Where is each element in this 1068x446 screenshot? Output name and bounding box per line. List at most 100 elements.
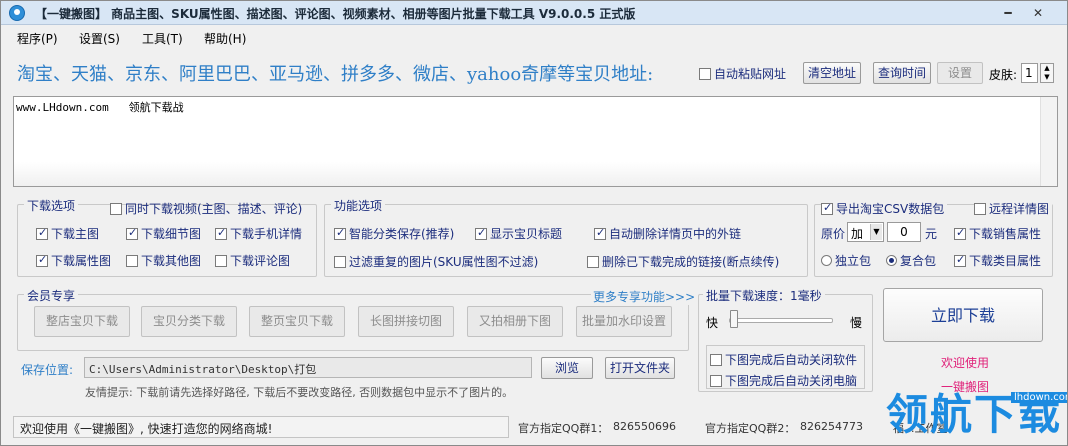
more-features-link[interactable]: 更多专享功能>>> bbox=[591, 288, 698, 305]
slow-label: 慢 bbox=[850, 316, 863, 330]
smart-save-checkbox[interactable] bbox=[334, 226, 346, 240]
single-package-option[interactable]: 独立包 bbox=[821, 252, 871, 269]
menu-tools[interactable]: 工具(T) bbox=[142, 30, 183, 47]
browse-button[interactable]: 浏览 bbox=[541, 357, 593, 379]
menu-settings[interactable]: 设置(S) bbox=[79, 30, 120, 47]
download-video-checkbox[interactable] bbox=[110, 202, 122, 215]
qq-group-2-value: 826254773 bbox=[800, 420, 863, 433]
speed-slider-track[interactable] bbox=[729, 318, 833, 323]
price-value-input[interactable]: 0 bbox=[887, 222, 921, 242]
url-scrollbar[interactable] bbox=[1040, 97, 1057, 186]
shutdown-label: 下图完成后自动关闭电脑 bbox=[725, 374, 858, 388]
auto-paste-label: 自动粘贴网址 bbox=[714, 67, 787, 81]
price-op-value: 加 bbox=[851, 227, 864, 241]
sales-attr-option[interactable]: 下载销售属性 bbox=[954, 225, 1041, 242]
welcome-line1: 欢迎使用 bbox=[941, 356, 990, 370]
delete-finished-links-checkbox[interactable] bbox=[587, 255, 599, 268]
delete-finished-links-option[interactable]: 删除已下载完成的链接(断点续传) bbox=[587, 253, 779, 270]
category-attr-label: 下载类目属性 bbox=[969, 254, 1042, 268]
window-title: 【一键搬图】 商品主图、SKU属性图、描述图、评论图、视频素材、相册等图片批量下… bbox=[35, 7, 636, 21]
combined-package-radio[interactable] bbox=[886, 255, 897, 266]
category-attr-checkbox[interactable] bbox=[954, 253, 966, 267]
minimize-icon[interactable]: ━ bbox=[999, 5, 1017, 21]
single-package-label: 独立包 bbox=[835, 254, 872, 268]
show-title-checkbox[interactable] bbox=[475, 226, 487, 240]
download-review-label: 下载评论图 bbox=[230, 254, 291, 268]
show-title-label: 显示宝贝标题 bbox=[490, 227, 563, 241]
filter-duplicates-checkbox[interactable] bbox=[334, 255, 346, 268]
page-download-button[interactable]: 整页宝贝下载 bbox=[249, 306, 345, 337]
remote-detail-checkbox[interactable] bbox=[974, 202, 986, 215]
download-main-checkbox[interactable] bbox=[36, 226, 48, 240]
supported-sites-label: 淘宝、天猫、京东、阿里巴巴、亚马逊、拼多多、微店、yahoo奇摩等宝贝地址: bbox=[17, 64, 654, 85]
download-review-checkbox[interactable] bbox=[215, 254, 227, 267]
download-detail-checkbox[interactable] bbox=[126, 226, 138, 240]
shutdown-checkbox[interactable] bbox=[710, 374, 722, 387]
shop-download-button[interactable]: 整店宝贝下载 bbox=[34, 306, 130, 337]
url-text[interactable]: www.LHdown.com 领航下载战 bbox=[16, 99, 184, 115]
url-input-area[interactable]: www.LHdown.com 领航下载战 bbox=[13, 96, 1058, 187]
combined-package-option[interactable]: 复合包 bbox=[886, 252, 936, 269]
category-download-button[interactable]: 宝贝分类下载 bbox=[141, 306, 237, 337]
download-video-label: 同时下载视频(主图、描述、评论) bbox=[125, 202, 303, 216]
sales-attr-checkbox[interactable] bbox=[954, 226, 966, 240]
shutdown-option[interactable]: 下图完成后自动关闭电脑 bbox=[710, 372, 857, 389]
price-op-select[interactable]: 加 ▼ bbox=[847, 222, 884, 242]
status-welcome: 欢迎使用《一键搬图》, 快速打造您的网络商城! bbox=[13, 416, 509, 438]
skin-spinner[interactable]: ▲ ▼ bbox=[1040, 63, 1054, 83]
remove-external-links-option[interactable]: 自动删除详情页中的外链 bbox=[594, 225, 741, 242]
title-bar: 【一键搬图】 商品主图、SKU属性图、描述图、评论图、视频素材、相册等图片批量下… bbox=[1, 1, 1067, 25]
open-folder-button[interactable]: 打开文件夹 bbox=[605, 357, 675, 379]
clear-address-button[interactable]: 清空地址 bbox=[803, 62, 861, 84]
save-path-input[interactable]: C:\Users\Administrator\Desktop\打包 bbox=[84, 357, 532, 378]
combined-package-label: 复合包 bbox=[900, 254, 937, 268]
category-attr-option[interactable]: 下载类目属性 bbox=[954, 252, 1041, 269]
menu-help[interactable]: 帮助(H) bbox=[204, 30, 246, 47]
close-icon[interactable]: ✕ bbox=[1029, 5, 1047, 21]
remove-external-links-checkbox[interactable] bbox=[594, 226, 606, 240]
friendly-tip: 友情提示: 下载前请先选择好路径, 下载后不要改变路径, 否则数据包中显示不了图… bbox=[85, 386, 514, 399]
long-image-button[interactable]: 长图拼接切图 bbox=[358, 306, 454, 337]
menu-program[interactable]: 程序(P) bbox=[17, 30, 58, 47]
download-attr-option[interactable]: 下载属性图 bbox=[36, 252, 111, 269]
auto-paste-checkbox[interactable] bbox=[699, 67, 711, 80]
download-mobile-checkbox[interactable] bbox=[215, 226, 227, 240]
settings-button[interactable]: 设置 bbox=[937, 62, 983, 84]
qq-group-1-value: 826550696 bbox=[613, 420, 676, 433]
single-package-radio[interactable] bbox=[821, 255, 832, 266]
download-attr-checkbox[interactable] bbox=[36, 253, 48, 267]
download-review-option[interactable]: 下载评论图 bbox=[215, 252, 290, 269]
batch-watermark-button[interactable]: 批量加水印设置 bbox=[576, 306, 672, 337]
remote-detail-label: 远程详情图 bbox=[989, 202, 1050, 216]
upai-album-button[interactable]: 又拍相册下图 bbox=[467, 306, 563, 337]
skin-input[interactable]: 1 bbox=[1021, 63, 1038, 83]
speed-title: 批量下载速度：1毫秒 bbox=[703, 287, 825, 304]
spin-up-icon[interactable]: ▲ bbox=[1041, 64, 1053, 73]
download-now-button[interactable]: 立即下载 bbox=[883, 288, 1043, 342]
download-main-option[interactable]: 下载主图 bbox=[36, 225, 99, 242]
price-label: 原价 bbox=[821, 227, 846, 241]
auto-paste-option[interactable]: 自动粘贴网址 bbox=[699, 65, 786, 82]
spin-down-icon[interactable]: ▼ bbox=[1041, 73, 1053, 82]
speed-slider-thumb[interactable] bbox=[730, 310, 738, 328]
close-app-checkbox[interactable] bbox=[710, 353, 722, 366]
filter-duplicates-option[interactable]: 过滤重复的图片(SKU属性图不过滤) bbox=[334, 253, 538, 270]
download-other-option[interactable]: 下载其他图 bbox=[126, 252, 201, 269]
export-csv-label: 导出淘宝CSV数据包 bbox=[836, 202, 945, 216]
filter-duplicates-label: 过滤重复的图片(SKU属性图不过滤) bbox=[349, 255, 539, 269]
smart-save-label: 智能分类保存(推荐) bbox=[349, 227, 455, 241]
smart-save-option[interactable]: 智能分类保存(推荐) bbox=[334, 225, 454, 242]
show-title-option[interactable]: 显示宝贝标题 bbox=[475, 225, 562, 242]
qq-group-2-label: 官方指定QQ群2： bbox=[705, 422, 796, 435]
export-csv-option[interactable]: 导出淘宝CSV数据包 bbox=[821, 200, 948, 217]
query-time-button[interactable]: 查询时间 bbox=[873, 62, 931, 84]
export-csv-checkbox[interactable] bbox=[821, 201, 833, 215]
chevron-down-icon[interactable]: ▼ bbox=[870, 224, 882, 240]
remote-detail-option[interactable]: 远程详情图 bbox=[974, 200, 1053, 217]
download-mobile-option[interactable]: 下载手机详情 bbox=[215, 225, 302, 242]
download-other-checkbox[interactable] bbox=[126, 254, 138, 267]
download-detail-option[interactable]: 下载细节图 bbox=[126, 225, 201, 242]
close-app-option[interactable]: 下图完成后自动关闭软件 bbox=[710, 351, 857, 368]
download-video-option[interactable]: 同时下载视频(主图、描述、评论) bbox=[110, 200, 302, 217]
qq-group-1-label: 官方指定QQ群1： bbox=[518, 422, 609, 435]
